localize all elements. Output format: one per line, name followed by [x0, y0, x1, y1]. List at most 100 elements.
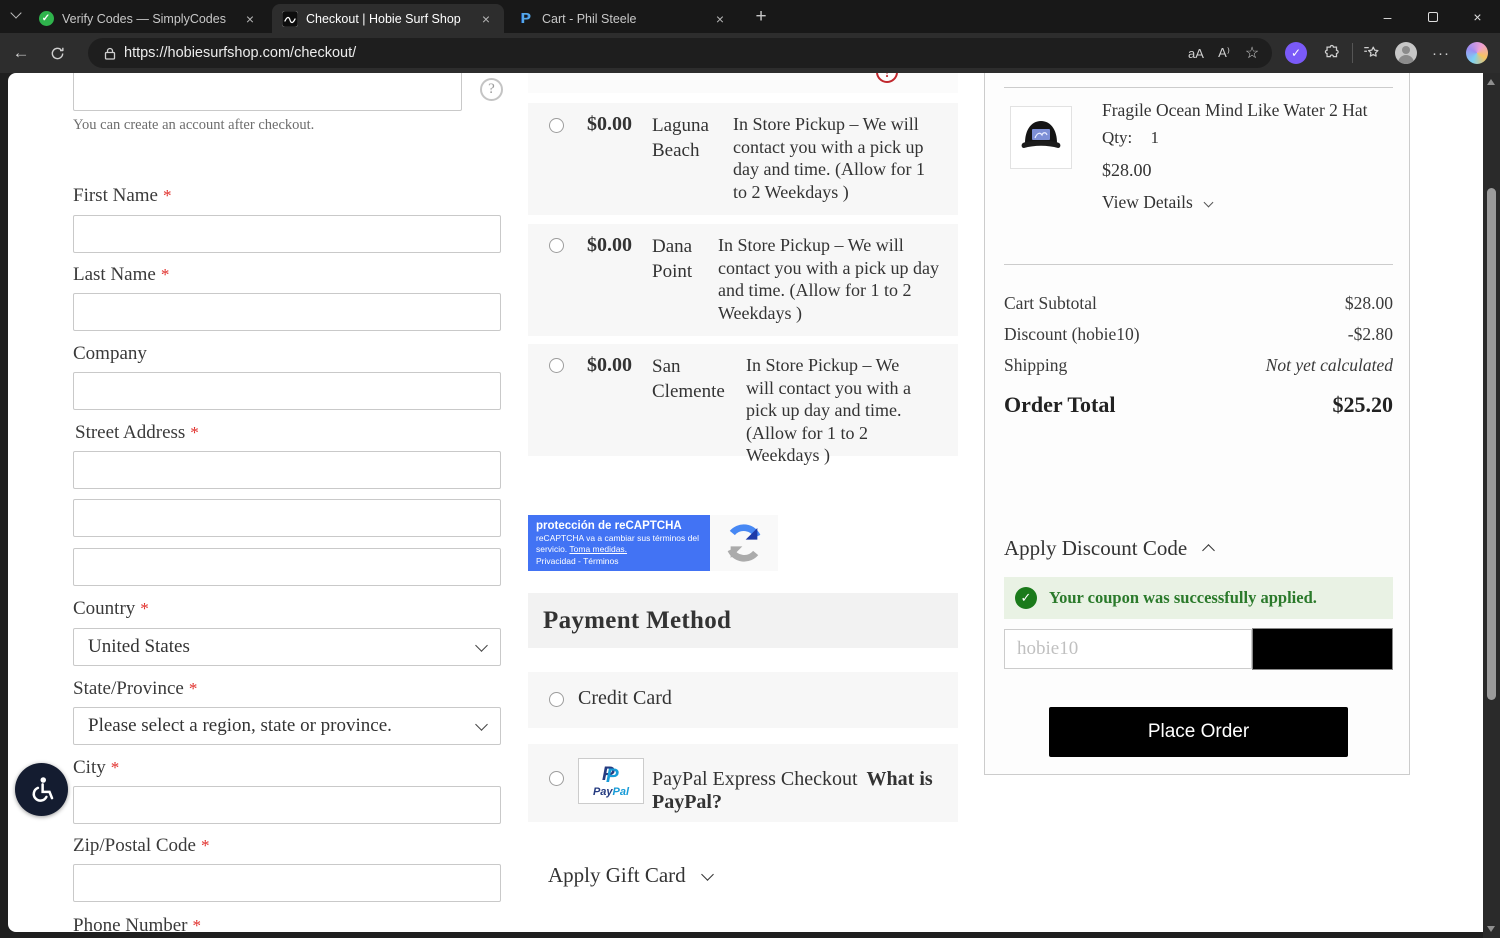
- new-tab-button[interactable]: +: [748, 4, 774, 30]
- back-button[interactable]: ←: [8, 40, 34, 66]
- shipping-price: $0.00: [587, 113, 632, 135]
- lock-icon[interactable]: [96, 40, 124, 66]
- shipping-row: Shipping Not yet calculated: [1004, 355, 1393, 375]
- credit-card-radio[interactable]: [549, 692, 564, 707]
- apply-discount-toggle[interactable]: Apply Discount Code: [1004, 536, 1216, 561]
- shipping-option-row[interactable]: $0.00 San Clemente In Store Pickup – We …: [528, 344, 958, 465]
- shipping-description: In Store Pickup – We will contact you wi…: [733, 114, 925, 202]
- company-field[interactable]: [73, 372, 501, 410]
- view-details-toggle[interactable]: View Details: [1102, 192, 1214, 213]
- zip-field[interactable]: [73, 864, 501, 902]
- minimize-button[interactable]: –: [1365, 0, 1410, 33]
- product-image: [1010, 106, 1072, 169]
- shipping-description: In Store Pickup – We will contact you wi…: [718, 235, 939, 323]
- tab-simplycodes[interactable]: ✓ Verify Codes — SimplyCodes ×: [28, 4, 268, 33]
- maximize-icon: [1427, 11, 1438, 22]
- scroll-down-arrow[interactable]: [1487, 926, 1495, 932]
- paypal-radio[interactable]: [549, 771, 564, 786]
- paypal-logo: PP PayPal: [578, 758, 644, 804]
- checkout-page: ? You can create an account after checko…: [8, 73, 1483, 932]
- browser-toolbar: ← https://hobiesurfshop.com/checkout/ aA…: [0, 33, 1500, 73]
- shipping-option-row[interactable]: $0.00 Laguna Beach In Store Pickup – We …: [528, 103, 958, 215]
- scroll-up-arrow[interactable]: [1487, 79, 1495, 85]
- hobie-favicon: [282, 10, 298, 27]
- shipping-location: Laguna Beach: [652, 115, 709, 161]
- divider: [1004, 264, 1393, 265]
- zip-label: Zip/Postal Code *: [73, 835, 210, 856]
- url-text[interactable]: https://hobiesurfshop.com/checkout/: [124, 45, 356, 61]
- chevron-down-icon: [1203, 197, 1214, 208]
- simplycodes-favicon: ✓: [38, 11, 54, 27]
- accessibility-widget-button[interactable]: [15, 763, 68, 816]
- chevron-down-icon: [475, 638, 488, 652]
- place-order-button[interactable]: Place Order: [1049, 707, 1348, 757]
- tab-strip: ✓ Verify Codes — SimplyCodes × Checkout …: [0, 0, 1500, 33]
- extensions-icon[interactable]: [1319, 40, 1345, 66]
- account-helper-text: You can create an account after checkout…: [73, 117, 315, 133]
- discount-code-input[interactable]: [1004, 629, 1252, 669]
- chevron-down-icon: [475, 717, 488, 731]
- country-select[interactable]: United States: [73, 628, 501, 666]
- tab-checkout[interactable]: Checkout | Hobie Surf Shop ×: [272, 4, 504, 33]
- company-label: Company: [73, 343, 147, 364]
- shipping-option-row[interactable]: $0.00 Dana Point In Store Pickup – We wi…: [528, 224, 958, 336]
- chevron-up-icon: [1202, 544, 1216, 557]
- tab-title: Cart - Phil Steele: [542, 11, 637, 26]
- payment-method-title: Payment Method: [543, 606, 732, 634]
- shipping-location: Dana Point: [652, 236, 693, 282]
- settings-menu-icon[interactable]: ···: [1428, 40, 1454, 66]
- collections-icon[interactable]: [1358, 40, 1384, 66]
- street-address-field-3[interactable]: [73, 548, 501, 586]
- order-summary-panel: Fragile Ocean Mind Like Water 2 Hat Qty:…: [984, 73, 1410, 775]
- browser-essentials-icon[interactable]: ✓: [1283, 40, 1309, 66]
- first-name-field[interactable]: [73, 215, 501, 253]
- tab-close-icon[interactable]: ×: [712, 11, 728, 27]
- shipping-radio[interactable]: [549, 238, 564, 253]
- shipping-radio[interactable]: [549, 358, 564, 373]
- scrollbar[interactable]: [1483, 73, 1500, 938]
- street-address-label: Street Address *: [75, 422, 199, 443]
- email-field[interactable]: [73, 73, 462, 111]
- recaptcha-badge: protección de reCAPTCHA reCAPTCHA va a c…: [528, 515, 778, 571]
- last-name-field[interactable]: [73, 293, 501, 331]
- accessibility-icon: [32, 776, 53, 802]
- profile-avatar[interactable]: [1393, 40, 1419, 66]
- shipping-price: $0.00: [587, 234, 632, 256]
- payment-method-header: Payment Method: [528, 593, 958, 648]
- first-name-label: First Name *: [73, 185, 172, 206]
- tab-paypal-cart[interactable]: P Cart - Phil Steele ×: [508, 4, 738, 33]
- state-label: State/Province *: [73, 678, 198, 699]
- recaptcha-link[interactable]: Toma medidas.: [569, 544, 627, 554]
- shipping-radio[interactable]: [549, 118, 564, 133]
- street-address-field-2[interactable]: [73, 499, 501, 537]
- tab-close-icon[interactable]: ×: [478, 11, 494, 27]
- tab-search-caret-icon[interactable]: [10, 7, 22, 19]
- product-price: $28.00: [1102, 160, 1152, 180]
- apply-gift-card-toggle[interactable]: Apply Gift Card: [548, 863, 714, 888]
- refresh-button[interactable]: [44, 40, 70, 66]
- help-icon[interactable]: ?: [480, 78, 503, 101]
- chevron-down-icon: [701, 868, 714, 881]
- copilot-icon[interactable]: [1464, 40, 1490, 66]
- success-check-icon: ✓: [1015, 587, 1037, 609]
- favorite-star-icon[interactable]: ☆: [1238, 40, 1266, 66]
- product-qty: Qty: 1: [1102, 128, 1159, 147]
- read-aloud-icon[interactable]: A⁾: [1210, 40, 1238, 66]
- paypal-row[interactable]: PP PayPal PayPal Express Checkout What i…: [528, 744, 958, 822]
- address-bar[interactable]: https://hobiesurfshop.com/checkout/ aA A…: [88, 38, 1272, 68]
- translate-icon[interactable]: aA: [1182, 40, 1210, 66]
- recaptcha-logo: [710, 515, 778, 571]
- city-field[interactable]: [73, 786, 501, 824]
- credit-card-row[interactable]: Credit Card: [528, 672, 958, 728]
- tab-close-icon[interactable]: ×: [242, 11, 258, 27]
- close-window-button[interactable]: ×: [1455, 0, 1500, 33]
- coupon-action-button[interactable]: [1252, 628, 1393, 670]
- state-select[interactable]: Please select a region, state or provinc…: [73, 707, 501, 745]
- street-address-field-1[interactable]: [73, 451, 501, 489]
- shipping-price: $0.00: [587, 354, 632, 376]
- recaptcha-footer-links[interactable]: Privacidad - Términos: [536, 556, 702, 566]
- tab-title: Checkout | Hobie Surf Shop: [306, 11, 461, 26]
- coupon-success-message: ✓ Your coupon was successfully applied.: [1004, 577, 1393, 619]
- maximize-button[interactable]: [1410, 0, 1455, 33]
- scrollbar-thumb[interactable]: [1487, 188, 1496, 700]
